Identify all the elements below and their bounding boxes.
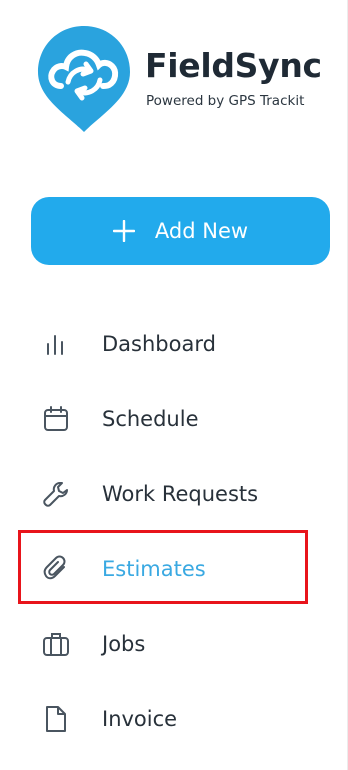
- nav-item-schedule[interactable]: Schedule: [0, 389, 348, 449]
- nav-item-label: Dashboard: [102, 332, 216, 356]
- nav-item-label: Work Requests: [102, 482, 259, 506]
- sidebar: FieldSync Powered by GPS Trackit Add New…: [0, 0, 348, 770]
- bar-chart-icon: [42, 330, 70, 358]
- plus-icon: [112, 220, 135, 242]
- fieldsync-logo-icon: [36, 24, 132, 134]
- document-icon: [42, 705, 70, 733]
- selection-highlight-box: [18, 530, 308, 604]
- nav-item-label: Schedule: [102, 407, 199, 431]
- add-new-button[interactable]: Add New: [31, 197, 330, 265]
- brand-name: FieldSync: [145, 46, 322, 85]
- nav-item-invoice[interactable]: Invoice: [0, 689, 348, 749]
- briefcase-icon: [42, 630, 70, 658]
- add-new-label: Add New: [154, 219, 249, 243]
- wrench-icon: [42, 480, 70, 508]
- nav-item-dashboard[interactable]: Dashboard: [0, 314, 348, 374]
- nav-item-label: Jobs: [102, 632, 146, 656]
- nav-item-jobs[interactable]: Jobs: [0, 614, 348, 674]
- nav-item-label: Invoice: [102, 707, 178, 731]
- nav-item-work-requests[interactable]: Work Requests: [0, 464, 348, 524]
- calendar-icon: [42, 405, 70, 433]
- brand-tagline: Powered by GPS Trackit: [146, 93, 305, 109]
